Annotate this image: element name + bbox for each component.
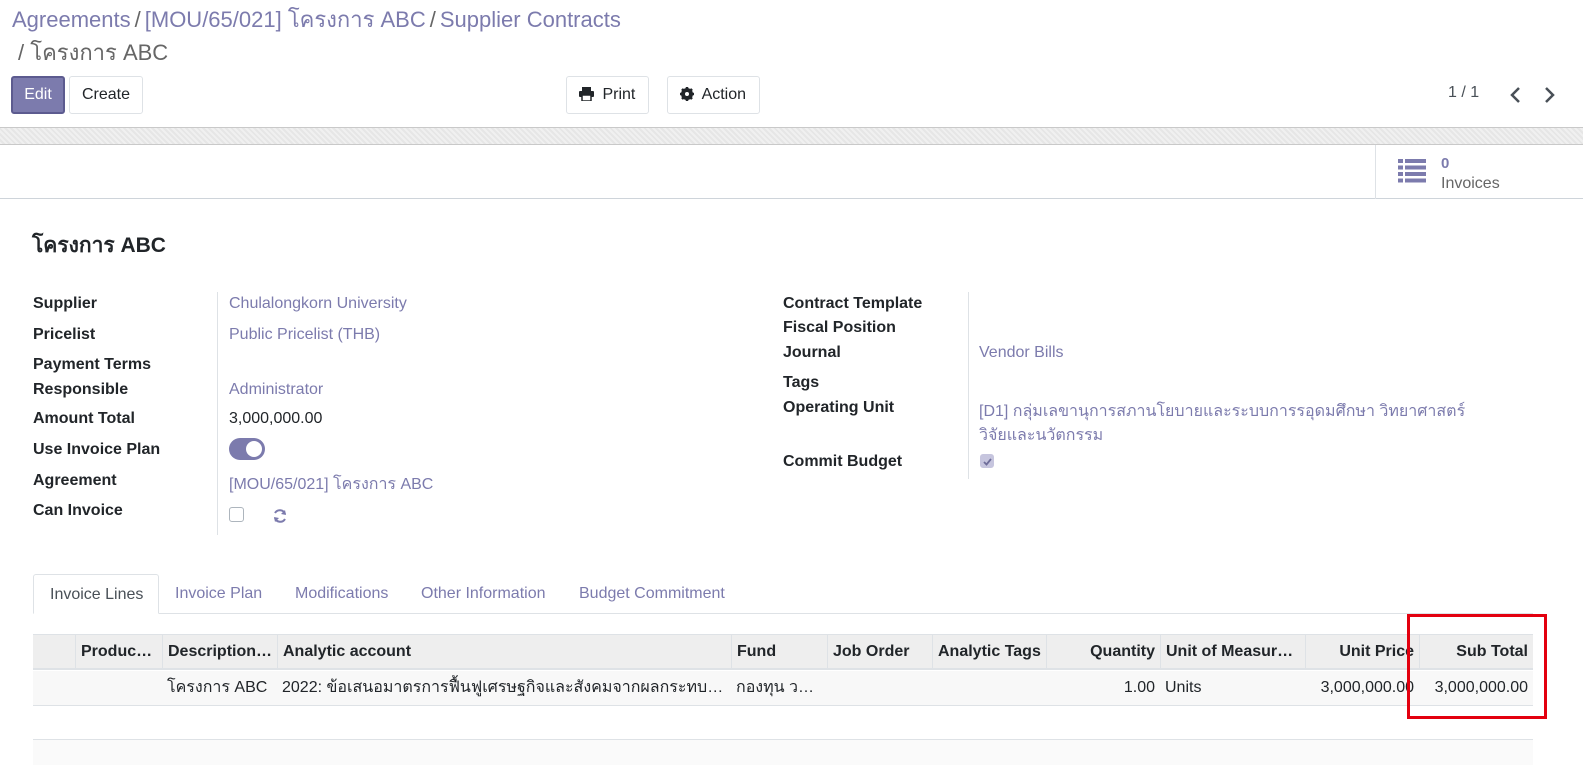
breadcrumb-supplier-contracts[interactable]: Supplier Contracts	[440, 7, 621, 32]
can-invoice-checkbox[interactable]	[229, 507, 244, 522]
journal-value[interactable]: Vendor Bills	[979, 344, 1064, 362]
column-header-handle	[33, 635, 75, 669]
breadcrumb: Agreements / [MOU/65/021] โครงการ ABC / Supp…	[12, 4, 712, 36]
amount-total-value: 3,000,000.00	[229, 410, 323, 427]
tags-label: Tags	[783, 374, 820, 391]
supplier-label: Supplier	[33, 295, 98, 312]
chevron-left-icon[interactable]	[1506, 84, 1526, 106]
chevron-right-icon[interactable]	[1540, 84, 1560, 106]
column-header-sub-total[interactable]: Sub Total	[1419, 635, 1533, 669]
agreement-label: Agreement	[33, 472, 117, 489]
breadcrumb-agreements[interactable]: Agreements	[12, 7, 131, 32]
cell-product	[75, 671, 162, 705]
print-label: Print	[602, 86, 636, 103]
smart-button-box	[0, 145, 1583, 199]
cell-quantity: 1.00	[1123, 679, 1155, 696]
tab-budget-commitment[interactable]: Budget Commitment	[563, 574, 741, 614]
cell-fund: กองทุน ววน.	[736, 679, 823, 696]
invoices-label: Invoices	[1441, 175, 1500, 192]
cell-analytic-account: 2022: ข้อเสนอมาตรการฟื้นฟูเศรษฐกิจและสัง…	[282, 679, 724, 696]
edit-button[interactable]: Edit	[11, 76, 65, 114]
breadcrumb-agreement-record[interactable]: [MOU/65/021] โครงการ ABC	[145, 7, 426, 32]
pricelist-label: Pricelist	[33, 326, 96, 343]
column-header-product[interactable]: Produc…	[75, 635, 162, 669]
field-group-divider	[217, 292, 218, 535]
field-group-divider	[968, 292, 969, 479]
cell-sub-total: 3,000,000.00	[1434, 679, 1528, 696]
breadcrumb-separator: /	[429, 7, 436, 32]
tab-other-information[interactable]: Other Information	[405, 574, 562, 614]
breadcrumb-separator: /	[134, 7, 141, 32]
table-row[interactable]: โครงการ ABC 2022: ข้อเสนอมาตรการฟื้นฟูเศ…	[33, 671, 1533, 706]
cell-job-order	[827, 671, 932, 705]
breadcrumb-current: โครงการ ABC	[30, 40, 169, 65]
responsible-label: Responsible	[33, 381, 129, 398]
table-footer	[33, 740, 1533, 765]
tab-modifications[interactable]: Modifications	[279, 574, 404, 614]
check-icon	[983, 458, 992, 466]
use-invoice-plan-label: Use Invoice Plan	[33, 441, 161, 458]
invoices-smart-button[interactable]: 0 Invoices	[1375, 145, 1525, 199]
cell-description: โครงการ ABC	[167, 679, 268, 696]
commit-budget-label: Commit Budget	[783, 453, 903, 470]
record-title: โครงการ ABC	[32, 234, 166, 257]
contract-template-label: Contract Template	[783, 295, 923, 312]
column-header-quantity[interactable]: Quantity	[1046, 635, 1160, 669]
breadcrumb-current-line: / โครงการ ABC	[18, 37, 168, 69]
column-header-job-order[interactable]: Job Order	[827, 635, 932, 669]
form-sheet-divider	[0, 127, 1583, 145]
operating-unit-value-line1[interactable]: [D1] กลุ่มเลขานุการสภานโยบายและระบบการรอ…	[979, 399, 1465, 424]
table-header: Produc… Description… Analytic account Fu…	[33, 634, 1533, 670]
tab-invoice-plan[interactable]: Invoice Plan	[159, 574, 278, 614]
gear-icon	[680, 86, 702, 103]
column-header-analytic-account[interactable]: Analytic account	[277, 635, 731, 669]
refresh-icon[interactable]	[272, 508, 288, 529]
supplier-value[interactable]: Chulalongkorn University	[229, 295, 407, 313]
breadcrumb-separator: /	[18, 40, 25, 65]
print-icon	[579, 86, 602, 103]
cell-unit-price: 3,000,000.00	[1320, 679, 1414, 696]
invoices-count: 0	[1441, 155, 1450, 172]
column-header-unit-price[interactable]: Unit Price	[1305, 635, 1419, 669]
use-invoice-plan-toggle[interactable]	[229, 438, 265, 460]
journal-label: Journal	[783, 344, 841, 361]
payment-terms-label: Payment Terms	[33, 356, 151, 373]
column-header-analytic-tags[interactable]: Analytic Tags	[932, 635, 1046, 669]
create-button[interactable]: Create	[69, 76, 143, 114]
cell-analytic-tags	[932, 671, 1046, 705]
can-invoice-label: Can Invoice	[33, 502, 123, 519]
print-button[interactable]: Print	[566, 76, 649, 114]
operating-unit-label: Operating Unit	[783, 399, 895, 416]
column-header-unit-of-measure[interactable]: Unit of Measur…	[1160, 635, 1305, 669]
agreement-value[interactable]: [MOU/65/021] โครงการ ABC	[229, 472, 433, 497]
commit-budget-checkbox[interactable]	[980, 454, 994, 468]
tab-invoice-lines[interactable]: Invoice Lines	[33, 574, 159, 614]
column-header-description[interactable]: Description…	[162, 635, 277, 669]
action-button[interactable]: Action	[667, 76, 760, 114]
fiscal-position-label: Fiscal Position	[783, 319, 896, 336]
operating-unit-value-line2[interactable]: วิจัยและนวัตกรรม	[979, 423, 1103, 448]
cell-unit-of-measure: Units	[1165, 679, 1202, 696]
pricelist-value[interactable]: Public Pricelist (THB)	[229, 326, 380, 344]
pager-value[interactable]: 1 / 1	[1448, 84, 1479, 102]
column-header-fund[interactable]: Fund	[731, 635, 827, 669]
amount-total-label: Amount Total	[33, 410, 135, 427]
responsible-value[interactable]: Administrator	[229, 381, 323, 399]
action-label: Action	[701, 86, 747, 103]
